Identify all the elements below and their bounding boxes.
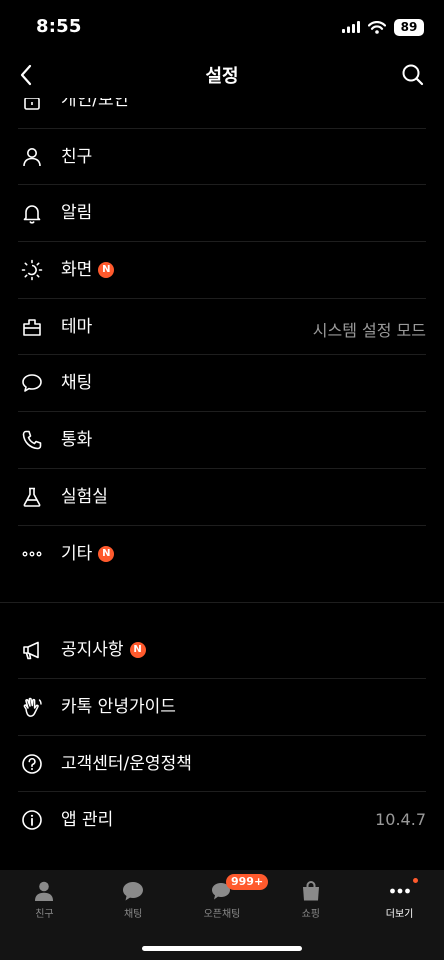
tab-more[interactable]: 더보기 (355, 870, 444, 930)
tab-label: 더보기 (385, 909, 414, 920)
new-badge: N (98, 545, 115, 562)
tab-openchat[interactable]: 999+ 오픈채팅 (178, 870, 269, 930)
flask-icon (23, 487, 41, 507)
chat-tab-icon (123, 882, 144, 901)
hand-wave-icon (23, 697, 42, 717)
settings-item-label: 앱 관리 (61, 810, 114, 831)
settings-item-privacy[interactable]: 개인/보안 (0, 98, 444, 129)
settings-item-label: 고객센터/운영정책 (61, 753, 192, 774)
megaphone-icon (23, 641, 39, 660)
theme-value: 시스템 설정 모드 (312, 320, 426, 340)
settings-item-label: 실험실 (61, 486, 108, 507)
new-badge: N (98, 262, 115, 279)
settings-item-label: 친구 (61, 146, 93, 167)
friends-tab-icon (35, 881, 54, 901)
settings-item-theme[interactable]: 테마 시스템 설정 모드 (0, 299, 444, 356)
wifi-icon (368, 20, 386, 34)
settings-item-label: 카톡 안녕가이드 (61, 696, 176, 717)
tab-count-badge: 999+ (225, 874, 269, 890)
settings-item-label: 화면 N (61, 259, 115, 281)
tab-label: 채팅 (123, 909, 143, 920)
app-version: 10.4.7 (375, 810, 426, 830)
search-button[interactable] (400, 62, 426, 88)
settings-item-notice[interactable]: 공지사항 N (0, 622, 444, 679)
new-dot (412, 878, 418, 883)
settings-list: 개인/보안 친구 알림 화면 N 테마 시스템 설정 모드 채팅 통화 실험실 … (0, 98, 444, 849)
battery-indicator: 89 (394, 18, 424, 36)
settings-item-guide[interactable]: 카톡 안녕가이드 (0, 679, 444, 736)
settings-item-app-manage[interactable]: 앱 관리 10.4.7 (0, 792, 444, 849)
help-circle-icon (22, 753, 42, 774)
sun-icon (21, 259, 43, 281)
bell-icon (23, 205, 41, 224)
tab-chat[interactable]: 채팅 (89, 870, 178, 930)
settings-item-lab[interactable]: 실험실 (0, 469, 444, 526)
tab-label: 친구 (35, 909, 54, 920)
settings-item-label: 테마 (61, 316, 93, 337)
info-circle-icon (22, 810, 42, 831)
person-icon (23, 147, 41, 166)
settings-item-etc[interactable]: 기타 N (0, 526, 444, 583)
theme-icon (23, 318, 41, 336)
settings-item-friends[interactable]: 친구 (0, 129, 444, 186)
lock-icon (24, 98, 40, 110)
new-badge: N (129, 642, 146, 659)
settings-item-support[interactable]: 고객센터/운영정책 (0, 736, 444, 793)
settings-item-label: 알림 (61, 203, 93, 224)
settings-item-label: 기타 N (61, 543, 115, 565)
settings-item-notifications[interactable]: 알림 (0, 185, 444, 243)
chat-bubble-icon (22, 374, 42, 393)
settings-item-label: 통화 (61, 430, 93, 451)
status-bar: 8:55 89 (0, 0, 444, 52)
settings-item-call[interactable]: 통화 (0, 412, 444, 469)
settings-item-display[interactable]: 화면 N (0, 242, 444, 299)
shopping-bag-icon (302, 881, 319, 901)
settings-scroll[interactable]: 개인/보안 친구 알림 화면 N 테마 시스템 설정 모드 채팅 통화 실험실 … (0, 98, 444, 870)
bottom-tab-bar: 친구 채팅 999+ 오픈채팅 쇼핑 더보기 (0, 870, 444, 960)
header: 설정 (0, 52, 444, 98)
tab-label: 오픈채팅 (203, 909, 241, 920)
tab-friends[interactable]: 친구 (0, 870, 89, 930)
settings-item-label: 공지사항 N (61, 639, 146, 661)
settings-item-label: 개인/보안 (61, 98, 130, 110)
status-time: 8:55 (36, 16, 82, 37)
settings-item-label: 채팅 (61, 373, 93, 394)
search-icon (402, 64, 424, 86)
settings-item-chat[interactable]: 채팅 (0, 355, 444, 413)
tab-label: 쇼핑 (301, 909, 320, 920)
phone-icon (22, 430, 42, 450)
status-icons: 89 (342, 17, 424, 37)
signal-icon (342, 21, 360, 33)
more-dots-icon (22, 551, 42, 556)
page-title: 설정 (205, 66, 239, 87)
home-indicator (142, 946, 302, 951)
tab-shopping[interactable]: 쇼핑 (266, 870, 355, 930)
more-tab-icon (389, 888, 410, 894)
